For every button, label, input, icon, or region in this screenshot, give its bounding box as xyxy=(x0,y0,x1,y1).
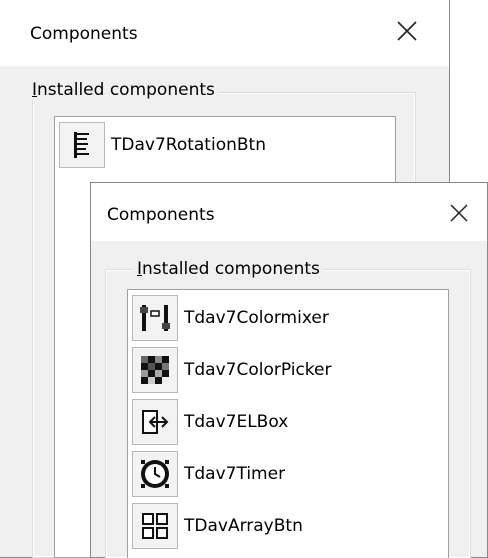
color-picker-icon xyxy=(132,347,178,393)
close-icon xyxy=(397,21,417,41)
list-item[interactable]: Tdav7ELBox xyxy=(132,398,444,446)
array-button-icon xyxy=(132,503,178,549)
list-item[interactable]: TDav7RotationBtn xyxy=(59,121,391,169)
list-item[interactable]: Tdav7Timer xyxy=(132,450,444,498)
close-button[interactable] xyxy=(449,203,469,223)
list-item-label: Tdav7ColorPicker xyxy=(184,360,332,380)
list-item-label: TDav7RotationBtn xyxy=(111,135,266,155)
title-bar[interactable]: Components xyxy=(91,183,487,241)
rotation-button-icon xyxy=(59,122,105,168)
title-bar[interactable]: Components xyxy=(0,0,449,66)
list-item[interactable]: TDavArrayBtn xyxy=(132,502,444,550)
close-button[interactable] xyxy=(396,20,418,42)
timer-icon xyxy=(132,451,178,497)
list-item-label: Tdav7Colormixer xyxy=(184,308,329,328)
list-item-label: Tdav7Timer xyxy=(184,464,286,484)
list-item-label: Tdav7ELBox xyxy=(184,412,289,432)
elbox-icon xyxy=(132,399,178,445)
list-item[interactable]: Tdav7Colormixer xyxy=(132,294,444,342)
dialog-title: Components xyxy=(30,24,138,44)
components-list[interactable]: Tdav7Colormixer Tdav7ColorPicker Tdav7EL… xyxy=(127,289,449,558)
group-label: Installed components xyxy=(133,259,324,279)
list-item[interactable]: Tdav7ColorPicker xyxy=(132,346,444,394)
close-icon xyxy=(450,204,468,222)
group-label: Installed components xyxy=(28,80,219,100)
components-dialog-front: Components Installed components Tdav7Col… xyxy=(90,182,488,558)
dialog-title: Components xyxy=(107,205,215,225)
list-item-label: TDavArrayBtn xyxy=(184,516,303,536)
color-mixer-icon xyxy=(132,295,178,341)
